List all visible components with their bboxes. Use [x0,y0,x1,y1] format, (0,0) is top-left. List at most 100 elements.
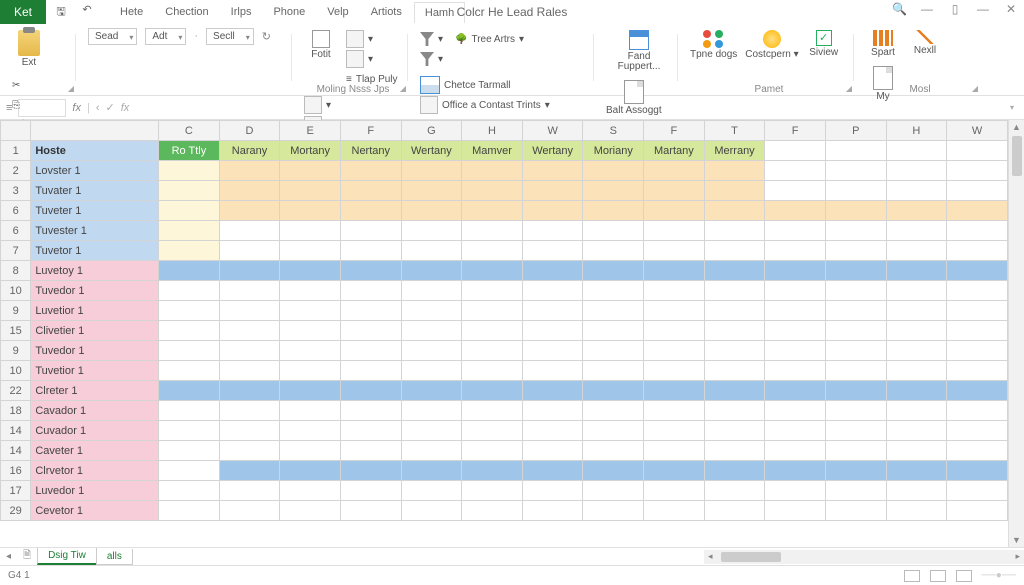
row-header[interactable]: 7 [1,241,31,261]
table-row[interactable]: 17Luvedor 1 [1,481,1008,501]
cell[interactable] [462,421,523,441]
cell[interactable] [947,281,1008,301]
cell[interactable] [522,381,583,401]
close-icon[interactable]: ✕ [1004,2,1018,16]
cell[interactable] [704,441,765,461]
cell[interactable] [340,341,401,361]
menu-tab-chection[interactable]: Chection [155,2,218,23]
cell[interactable] [947,421,1008,441]
cell[interactable] [219,461,280,481]
cell[interactable] [825,441,886,461]
maximize-icon[interactable]: — [976,2,990,16]
cell[interactable] [886,201,947,221]
cell[interactable] [401,301,462,321]
cell[interactable] [886,381,947,401]
cell[interactable] [886,141,947,161]
cell[interactable] [704,321,765,341]
dialog-launcher-icon[interactable]: ◢ [972,84,978,93]
cell[interactable] [886,361,947,381]
spart-button[interactable]: Spart [866,30,900,58]
cell[interactable] [886,241,947,261]
cell[interactable] [947,301,1008,321]
cell[interactable] [340,481,401,501]
restore-icon[interactable]: ▯ [948,2,962,16]
cell[interactable] [280,441,341,461]
table-row[interactable]: 15Clivetier 1 [1,321,1008,341]
cell[interactable]: Narany [219,141,280,161]
cell[interactable] [462,261,523,281]
cell[interactable] [219,261,280,281]
cell[interactable] [159,301,220,321]
cell[interactable] [401,321,462,341]
cell[interactable] [886,461,947,481]
cell[interactable] [340,381,401,401]
cell[interactable] [159,241,220,261]
cell[interactable] [704,461,765,481]
cell[interactable] [704,201,765,221]
cell[interactable] [825,221,886,241]
cell[interactable] [765,441,826,461]
cell[interactable] [825,421,886,441]
cell[interactable] [401,221,462,241]
cell[interactable] [583,321,644,341]
qat-undo-icon[interactable]: ↶ [80,3,94,22]
cell[interactable] [583,361,644,381]
cell[interactable] [159,361,220,381]
column-header[interactable]: E [280,121,341,141]
cell[interactable]: Tuvedor 1 [31,341,159,361]
spreadsheet-grid[interactable]: CDEFGHWSFTFPHW 1HosteRo TtlyNaranyMortan… [0,120,1008,521]
next-button[interactable]: Nexll [908,30,942,56]
cell[interactable] [280,481,341,501]
tree-arts-button[interactable]: 🌳Tree Artrs▾ [455,30,524,48]
cell[interactable] [886,301,947,321]
scroll-thumb[interactable] [1012,136,1022,176]
cell[interactable] [765,461,826,481]
cell[interactable] [522,441,583,461]
cell[interactable] [947,501,1008,521]
cell[interactable] [340,261,401,281]
cell[interactable] [765,281,826,301]
row-header[interactable]: 10 [1,361,31,381]
font-name-dropdown[interactable]: Sead [88,28,137,45]
cell[interactable] [947,441,1008,461]
copy-button[interactable]: ⎘ [12,96,54,114]
cell[interactable] [886,161,947,181]
cell[interactable] [522,421,583,441]
cell[interactable] [886,501,947,521]
column-header[interactable] [1,121,31,141]
cell[interactable] [219,221,280,241]
row-header[interactable]: 14 [1,441,31,461]
cell[interactable] [886,421,947,441]
cell[interactable] [522,181,583,201]
sheet-nav-prev-icon[interactable]: ◂ [0,551,17,562]
cell[interactable] [583,201,644,221]
row-header[interactable]: 3 [1,181,31,201]
cell[interactable]: Lovster 1 [31,161,159,181]
cell[interactable]: Clrvetor 1 [31,461,159,481]
expand-icon[interactable]: ▾ [1010,103,1014,112]
siview-button[interactable]: Siview [807,30,841,58]
cell[interactable] [886,261,947,281]
cell[interactable] [825,361,886,381]
cell[interactable] [159,441,220,461]
minimize-icon[interactable]: — [920,2,934,16]
cell[interactable] [583,301,644,321]
cell[interactable]: Luvetoy 1 [31,261,159,281]
cell[interactable] [583,381,644,401]
cell[interactable]: Mortany [280,141,341,161]
cell[interactable] [462,281,523,301]
cell[interactable] [159,481,220,501]
row-header[interactable]: 9 [1,341,31,361]
cell[interactable] [401,281,462,301]
cell[interactable] [280,201,341,221]
cell[interactable]: Tuvedor 1 [31,281,159,301]
cell[interactable] [947,261,1008,281]
table-row[interactable]: 3Tuvater 1 [1,181,1008,201]
cell[interactable] [280,361,341,381]
cell[interactable] [340,321,401,341]
cell[interactable] [825,481,886,501]
column-header[interactable]: G [401,121,462,141]
cell[interactable]: Nertany [340,141,401,161]
cell[interactable] [280,181,341,201]
cell[interactable] [280,461,341,481]
